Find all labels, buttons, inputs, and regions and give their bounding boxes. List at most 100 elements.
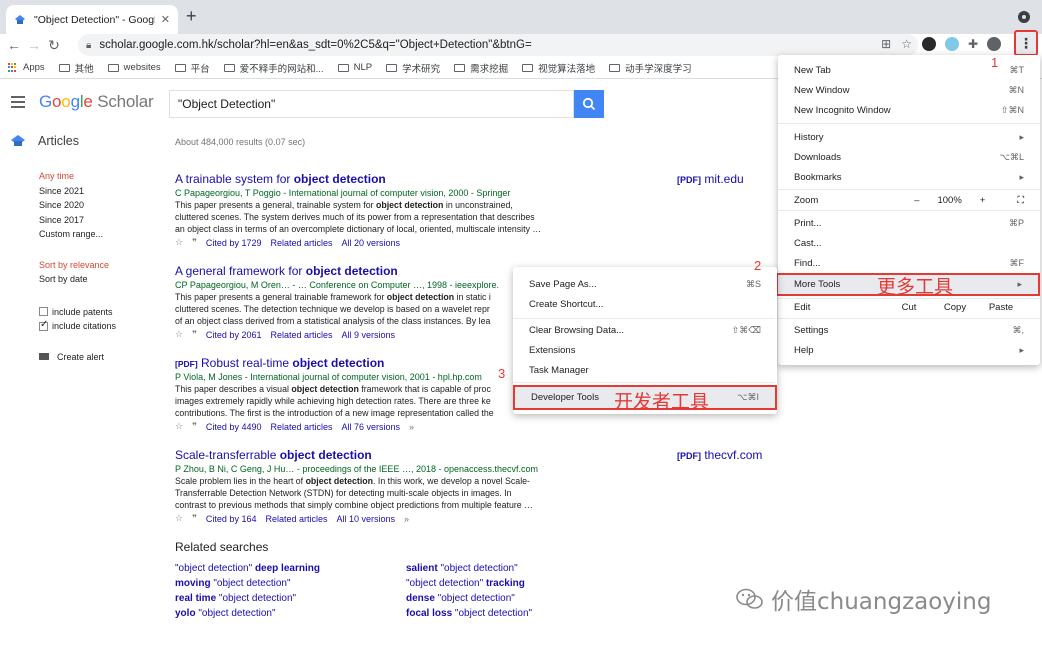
citations-checkbox[interactable]: [39, 319, 48, 331]
reload-icon[interactable]: ↻: [44, 37, 64, 54]
tab-search-icon[interactable]: [1018, 11, 1030, 23]
bookmark-apps[interactable]: Apps: [8, 62, 45, 73]
menu-help[interactable]: Help ▸: [778, 341, 1040, 359]
hamburger-menu-icon[interactable]: [11, 96, 25, 111]
sort-by-relevance[interactable]: Sort by relevance: [39, 260, 116, 275]
tab-close-icon[interactable]: ✕: [161, 13, 170, 26]
related-search-link[interactable]: moving "object detection": [175, 578, 406, 589]
menu-new-window[interactable]: New Window ⌘N: [778, 81, 1040, 99]
filter-custom-range[interactable]: Custom range...: [39, 229, 116, 244]
related-articles-link[interactable]: Related articles: [270, 330, 332, 340]
back-icon[interactable]: ←: [4, 37, 24, 53]
save-star-icon[interactable]: ☆: [175, 237, 183, 248]
menu-save-page-as[interactable]: Save Page As... ⌘S: [513, 275, 777, 293]
menu-new-tab[interactable]: New Tab ⌘T: [778, 61, 1040, 79]
bookmark-folder[interactable]: 爱不释手的网站和...: [223, 61, 324, 75]
filter-since-2017[interactable]: Since 2017: [39, 215, 116, 230]
edit-cut-button[interactable]: Cut: [886, 302, 932, 313]
related-search-link[interactable]: focal loss "object detection": [406, 608, 606, 619]
related-search-link[interactable]: "object detection" tracking: [406, 578, 606, 589]
menu-bookmarks[interactable]: Bookmarks ▸: [778, 168, 1040, 186]
related-articles-link[interactable]: Related articles: [270, 422, 332, 432]
fullscreen-icon[interactable]: ⛶: [1017, 195, 1024, 206]
more-chevron-icon[interactable]: »: [409, 422, 414, 432]
menu-cast[interactable]: Cast...: [778, 234, 1040, 252]
versions-link[interactable]: All 10 versions: [337, 514, 396, 524]
include-patents-toggle[interactable]: include patents: [39, 305, 116, 320]
related-search-link[interactable]: dense "object detection": [406, 593, 606, 604]
side-pdf-link[interactable]: [PDF] thecvf.com: [677, 448, 762, 462]
bookmark-folder[interactable]: NLP: [337, 62, 372, 73]
cite-quote-icon[interactable]: ❞: [192, 513, 197, 524]
related-articles-link[interactable]: Related articles: [270, 238, 332, 248]
cite-quote-icon[interactable]: ❞: [192, 421, 197, 432]
menu-extensions[interactable]: Extensions: [513, 341, 777, 359]
cited-by-link[interactable]: Cited by 164: [206, 514, 257, 524]
filter-since-2021[interactable]: Since 2021: [39, 186, 116, 201]
menu-create-shortcut[interactable]: Create Shortcut...: [513, 295, 777, 313]
zoom-out-button[interactable]: –: [914, 195, 919, 206]
bookmark-star-icon[interactable]: ☆: [901, 37, 912, 51]
menu-print[interactable]: Print... ⌘P: [778, 214, 1040, 232]
related-search-link[interactable]: salient "object detection": [406, 563, 606, 574]
extension-icon[interactable]: [945, 37, 959, 51]
forward-icon[interactable]: →: [24, 37, 44, 53]
new-tab-button[interactable]: +: [186, 6, 197, 27]
filter-since-2020[interactable]: Since 2020: [39, 200, 116, 215]
patents-checkbox[interactable]: [39, 307, 48, 317]
bookmark-folder[interactable]: 平台: [174, 61, 210, 75]
profile-avatar-icon[interactable]: [987, 37, 1002, 51]
chrome-menu-button[interactable]: ⋮: [1014, 30, 1038, 56]
bookmark-folder[interactable]: 动手学深度学习: [609, 61, 692, 75]
cited-by-link[interactable]: Cited by 4490: [206, 422, 262, 432]
sort-by-date[interactable]: Sort by date: [39, 274, 116, 289]
menu-find[interactable]: Find... ⌘F: [778, 254, 1040, 272]
versions-link[interactable]: All 76 versions: [342, 422, 401, 432]
url-text[interactable]: scholar.google.com.hk/scholar?hl=en&as_s…: [99, 39, 531, 51]
bookmark-folder[interactable]: 其他: [58, 61, 94, 75]
zoom-in-button[interactable]: +: [980, 195, 986, 206]
versions-link[interactable]: All 20 versions: [342, 238, 401, 248]
menu-clear-browsing-data[interactable]: Clear Browsing Data... ⇧⌘⌫: [513, 321, 777, 339]
filter-any-time[interactable]: Any time: [39, 171, 116, 186]
puzzle-icon[interactable]: ✚: [968, 37, 978, 51]
bookmark-folder[interactable]: 视觉算法落地: [522, 61, 595, 75]
cite-quote-icon[interactable]: ❞: [192, 237, 197, 248]
cited-by-link[interactable]: Cited by 2061: [206, 330, 262, 340]
menu-downloads[interactable]: Downloads ⌥⌘L: [778, 148, 1040, 166]
edit-paste-button[interactable]: Paste: [978, 302, 1024, 313]
side-pdf-link[interactable]: [PDF] mit.edu: [677, 172, 744, 186]
save-star-icon[interactable]: ☆: [175, 513, 183, 524]
save-star-icon[interactable]: ☆: [175, 329, 183, 340]
extension-icon[interactable]: [922, 37, 936, 51]
bookmark-folder[interactable]: websites: [107, 62, 161, 73]
cite-quote-icon[interactable]: ❞: [192, 329, 197, 340]
watermark: 价值chuangzaoying: [735, 582, 992, 616]
related-search-link[interactable]: "object detection" deep learning: [175, 563, 406, 574]
more-chevron-icon[interactable]: »: [404, 514, 409, 524]
lock-icon[interactable]: 🔒︎: [86, 40, 91, 51]
related-articles-link[interactable]: Related articles: [265, 514, 327, 524]
menu-new-incognito-window[interactable]: New Incognito Window ⇧⌘N: [778, 101, 1040, 119]
related-search-link[interactable]: real time "object detection": [175, 593, 406, 604]
create-alert-link[interactable]: Create alert: [39, 350, 116, 365]
related-search-link[interactable]: yolo "object detection": [175, 608, 406, 619]
versions-link[interactable]: All 9 versions: [342, 330, 396, 340]
bookmark-folder[interactable]: 学术研究: [386, 61, 440, 75]
bookmark-folder[interactable]: 需求挖掘: [454, 61, 508, 75]
browser-tab[interactable]: "Object Detection" - Google S ✕: [6, 5, 178, 34]
result-title-link[interactable]: Scale-transferrable object detection: [175, 448, 575, 462]
menu-history[interactable]: History ▸: [778, 128, 1040, 146]
translate-icon[interactable]: ⊞: [881, 37, 891, 51]
menu-task-manager[interactable]: Task Manager: [513, 361, 777, 379]
google-scholar-logo[interactable]: Google Scholar: [39, 92, 154, 112]
cited-by-link[interactable]: Cited by 1729: [206, 238, 262, 248]
save-star-icon[interactable]: ☆: [175, 421, 183, 432]
scholar-search-input[interactable]: "Object Detection": [169, 90, 574, 118]
edit-copy-button[interactable]: Copy: [932, 302, 978, 313]
search-button[interactable]: [574, 90, 604, 118]
menu-settings[interactable]: Settings ⌘,: [778, 321, 1040, 339]
address-bar[interactable]: 🔒︎ scholar.google.com.hk/scholar?hl=en&a…: [78, 34, 918, 56]
include-citations-toggle[interactable]: include citations: [39, 319, 116, 334]
result-title-link[interactable]: A trainable system for object detection: [175, 172, 575, 186]
